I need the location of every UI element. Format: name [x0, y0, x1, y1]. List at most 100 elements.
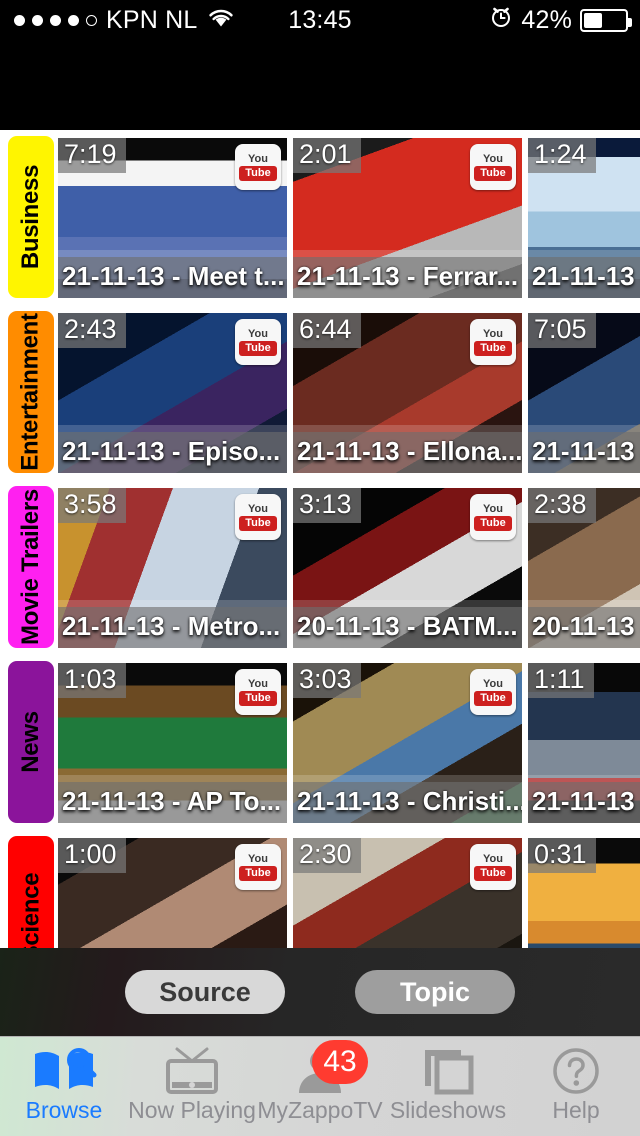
- video-card[interactable]: 2:01 You Tube 21-11-13 - Ferrar...: [293, 138, 522, 298]
- youtube-icon: You Tube: [235, 669, 281, 715]
- youtube-tube-text: Tube: [239, 165, 277, 181]
- tab-label: Help: [552, 1097, 600, 1123]
- video-card[interactable]: 7:19 You Tube 21-11-13 - Meet t...: [58, 138, 287, 298]
- youtube-tube-text: Tube: [239, 690, 277, 706]
- category-row: News 1:03 You Tube 21-11-13 - AP To... 3:03 Yo…: [0, 655, 640, 830]
- video-card[interactable]: 1:11YouTube21-11-13 -: [528, 663, 640, 823]
- tab-myzappotv[interactable]: MyZappoTV 43: [256, 1037, 384, 1136]
- video-duration: 3:58: [58, 488, 126, 523]
- video-title: 21-11-13 - Christi...: [293, 782, 522, 823]
- tab-label: Browse: [25, 1097, 103, 1123]
- video-carousel[interactable]: 3:58 You Tube 21-11-13 - Metro... 3:13 You Tub…: [58, 488, 640, 648]
- status-bar: KPN NL 13:45 42%: [0, 0, 640, 40]
- tab-label: Now Playing: [128, 1097, 256, 1123]
- video-card[interactable]: 1:00 You Tube: [58, 838, 287, 948]
- video-title: 21-11-13 - AP To...: [58, 782, 287, 823]
- book-search-icon: [31, 1046, 97, 1096]
- tab-now-playing[interactable]: Now Playing: [128, 1037, 256, 1136]
- youtube-tube-text: Tube: [474, 690, 512, 706]
- category-scroll-area[interactable]: Business 7:19 You Tube 21-11-13 - Meet t... 2…: [0, 130, 640, 948]
- video-carousel[interactable]: 7:19 You Tube 21-11-13 - Meet t... 2:01 You Tu…: [58, 138, 640, 298]
- youtube-you-text: You: [248, 327, 268, 340]
- video-carousel[interactable]: 1:00YouTube2:30YouTube0:31YouTube: [58, 838, 640, 948]
- video-duration: 2:43: [58, 313, 126, 348]
- question-circle-icon: [552, 1046, 600, 1096]
- video-card[interactable]: 0:31YouTube: [528, 838, 640, 948]
- video-title: 21-11-13 -: [528, 257, 640, 298]
- video-duration: 3:13: [293, 488, 361, 523]
- youtube-icon: You Tube: [235, 494, 281, 540]
- youtube-you-text: You: [248, 852, 268, 865]
- video-carousel[interactable]: 1:03 You Tube 21-11-13 - AP To... 3:03 You Tub…: [58, 663, 640, 823]
- youtube-you-text: You: [483, 152, 503, 165]
- video-card[interactable]: 3:58 You Tube 21-11-13 - Metro...: [58, 488, 287, 648]
- video-card[interactable]: 6:44 You Tube 21-11-13 - Ellona...: [293, 313, 522, 473]
- youtube-you-text: You: [483, 502, 503, 515]
- category-row: Entertainment 2:43 You Tube 21-11-13 - Episo…: [0, 305, 640, 480]
- youtube-icon: You Tube: [470, 144, 516, 190]
- video-carousel[interactable]: 2:43 You Tube 21-11-13 - Episo... 6:44 You Tub…: [58, 313, 640, 473]
- youtube-tube-text: Tube: [474, 340, 512, 356]
- nav-spacer: [0, 40, 640, 130]
- tab-browse[interactable]: Browse: [0, 1037, 128, 1136]
- youtube-you-text: You: [248, 677, 268, 690]
- category-label-news[interactable]: News: [8, 661, 54, 823]
- app-root: KPN NL 13:45 42% Business 7:19 You Tube …: [0, 0, 640, 1136]
- youtube-icon: You Tube: [470, 844, 516, 890]
- youtube-you-text: You: [483, 852, 503, 865]
- television-icon: [163, 1046, 221, 1096]
- video-title: 21-11-13 - Ferrar...: [293, 257, 522, 298]
- video-duration: 3:03: [293, 663, 361, 698]
- video-duration: 2:38: [528, 488, 596, 523]
- video-card[interactable]: 2:43 You Tube 21-11-13 - Episo...: [58, 313, 287, 473]
- video-card[interactable]: 3:13 You Tube 20-11-13 - BATM...: [293, 488, 522, 648]
- youtube-icon: You Tube: [470, 669, 516, 715]
- video-card[interactable]: 2:30 You Tube: [293, 838, 522, 948]
- youtube-you-text: You: [483, 677, 503, 690]
- tab-bar: Browse Now Playing MyZappoTV 43 Slideshows He…: [0, 1036, 640, 1136]
- video-card[interactable]: 7:05YouTube21-11-13 -: [528, 313, 640, 473]
- video-card[interactable]: 2:38YouTube20-11-13 -: [528, 488, 640, 648]
- tab-label: Slideshows: [389, 1097, 507, 1123]
- video-title: 21-11-13 - Ellona...: [293, 432, 522, 473]
- category-row: Science1:00YouTube2:30YouTube0:31YouTube: [0, 830, 640, 948]
- youtube-icon: You Tube: [235, 319, 281, 365]
- category-row: Business 7:19 You Tube 21-11-13 - Meet t... 2…: [0, 130, 640, 305]
- category-label-entertainment[interactable]: Entertainment: [8, 311, 54, 473]
- category-label-text: Science: [17, 872, 45, 948]
- youtube-tube-text: Tube: [474, 865, 512, 881]
- category-label-text: Movie Trailers: [17, 489, 45, 645]
- battery-percent-label: 42%: [521, 5, 572, 34]
- video-card[interactable]: 1:03 You Tube 21-11-13 - AP To...: [58, 663, 287, 823]
- video-duration: 2:30: [293, 838, 361, 873]
- youtube-you-text: You: [248, 502, 268, 515]
- video-duration: 1:11: [528, 663, 594, 698]
- topic-button[interactable]: Topic: [355, 970, 515, 1014]
- youtube-tube-text: Tube: [474, 515, 512, 531]
- category-label-science[interactable]: Science: [8, 836, 54, 948]
- video-duration: 6:44: [293, 313, 361, 348]
- video-duration: 1:24: [528, 138, 596, 173]
- video-title: 20-11-13 - BATM...: [293, 607, 522, 648]
- youtube-icon: You Tube: [235, 844, 281, 890]
- alarm-clock-icon: [489, 5, 513, 36]
- source-button[interactable]: Source: [125, 970, 285, 1014]
- youtube-icon: You Tube: [235, 144, 281, 190]
- youtube-tube-text: Tube: [239, 865, 277, 881]
- video-duration: 1:03: [58, 663, 126, 698]
- category-label-movie-trailers[interactable]: Movie Trailers: [8, 486, 54, 648]
- youtube-icon: You Tube: [470, 319, 516, 365]
- category-label-business[interactable]: Business: [8, 136, 54, 298]
- youtube-you-text: You: [483, 327, 503, 340]
- video-title: 21-11-13 -: [528, 782, 640, 823]
- youtube-icon: You Tube: [470, 494, 516, 540]
- youtube-you-text: You: [248, 152, 268, 165]
- tab-slideshows[interactable]: Slideshows: [384, 1037, 512, 1136]
- video-card[interactable]: 3:03 You Tube 21-11-13 - Christi...: [293, 663, 522, 823]
- video-card[interactable]: 1:24YouTube21-11-13 -: [528, 138, 640, 298]
- youtube-tube-text: Tube: [239, 515, 277, 531]
- tab-help[interactable]: Help: [512, 1037, 640, 1136]
- video-title: 21-11-13 - Metro...: [58, 607, 287, 648]
- photos-stack-icon: [422, 1046, 474, 1096]
- notification-badge: 43: [312, 1040, 368, 1084]
